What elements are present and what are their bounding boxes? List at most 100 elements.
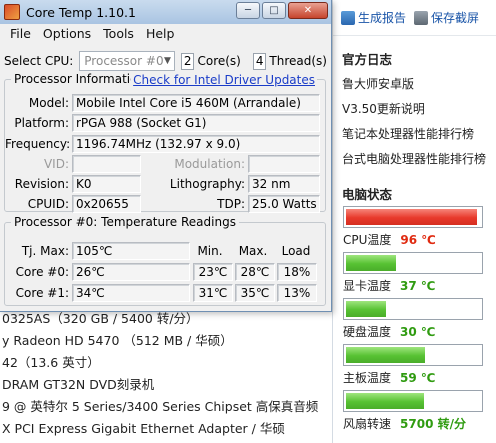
board-temp-label: 主板温度 59 ℃	[333, 366, 496, 390]
cpu-select-value: Processor #0	[84, 54, 164, 68]
close-icon: ✕	[303, 5, 313, 16]
log-link-update-notes[interactable]: V3.50更新说明	[333, 97, 496, 122]
modulation-value	[248, 155, 320, 173]
temperature-group: Processor #0: Temperature Readings Tj. M…	[4, 215, 326, 306]
camera-icon	[414, 10, 429, 25]
fan-speed-meter	[343, 390, 483, 412]
core-1-temp: 34℃	[72, 284, 190, 302]
coretemp-window: Core Temp 1.10.1 ─ □ ✕ File Options Tool…	[0, 0, 332, 312]
fan-speed-label: 风扇转速 5700 转/分	[333, 412, 496, 436]
meter-label-text: 风扇转速	[343, 417, 392, 431]
save-screenshot-label: 保存截屏	[431, 11, 480, 25]
revision-value: K0	[72, 175, 141, 193]
generate-report-label: 生成报告	[358, 11, 407, 25]
meter-label-text: CPU温度	[343, 233, 392, 247]
coretemp-app-icon	[4, 4, 20, 20]
lithography-value: 32 nm	[248, 175, 320, 193]
frequency-label: Frequency:	[5, 137, 71, 151]
minimize-button[interactable]: ─	[236, 2, 260, 19]
close-button[interactable]: ✕	[288, 2, 328, 19]
window-title: Core Temp 1.10.1	[26, 4, 136, 20]
meter-label-text: 显卡温度	[343, 279, 392, 293]
core-0-min: 23℃	[193, 263, 233, 281]
platform-label: Platform:	[14, 116, 69, 130]
chevron-down-icon: ▼	[164, 56, 171, 66]
meter-value: 37 ℃	[400, 279, 436, 293]
save-screenshot-button[interactable]: 保存截屏	[414, 9, 479, 26]
revision-label: Revision:	[14, 177, 69, 191]
model-value: Mobile Intel Core i5 460M (Arrandale)	[72, 94, 320, 112]
max-column-header: Max.	[238, 244, 268, 258]
sidebar-actions: 生成报告 保存截屏	[333, 0, 496, 36]
tdp-value: 25.0 Watts	[248, 195, 320, 213]
tdp-label: TDP:	[217, 197, 245, 211]
model-label: Model:	[28, 96, 69, 110]
maximize-button[interactable]: □	[262, 2, 286, 19]
tj-max-label: Tj. Max:	[21, 244, 69, 258]
menu-help[interactable]: Help	[140, 26, 181, 41]
core-0-label: Core #0:	[15, 265, 69, 279]
log-link-desktop-cpu-ranking[interactable]: 台式电脑处理器性能排行榜	[333, 147, 496, 172]
lithography-label: Lithography:	[169, 177, 245, 191]
hardware-row-optical: DRAM GT32N DVD刻录机	[2, 377, 155, 392]
min-column-header: Min.	[197, 244, 223, 258]
temperature-title: Processor #0: Temperature Readings	[11, 215, 239, 229]
meter-fill	[346, 301, 387, 317]
disk-temp-meter	[343, 298, 483, 320]
hardware-row-display: 42（13.6 英寸）	[2, 355, 100, 370]
hardware-summary-list: 0325AS（320 GB / 5400 转/分） y Radeon HD 54…	[0, 308, 336, 440]
modulation-label: Modulation:	[174, 157, 245, 171]
status-meters: CPU温度 96 ℃ 显卡温度 37 ℃ 硬盘温度 30 ℃ 主板温度 59 ℃ 风扇转…	[333, 206, 496, 436]
meter-fill	[346, 209, 478, 225]
core-1-min: 31℃	[193, 284, 233, 302]
frequency-value: 1196.74MHz (132.97 x 9.0)	[72, 135, 320, 153]
log-link-android[interactable]: 鲁大师安卓版	[333, 72, 496, 97]
board-temp-meter	[343, 344, 483, 366]
select-cpu-label: Select CPU:	[4, 54, 74, 68]
meter-value: 5700 转/分	[400, 417, 466, 431]
core-0-load: 18%	[277, 263, 317, 281]
cpu-selection-row: Select CPU: Processor #0 ▼ 2 Core(s) 4 T…	[4, 50, 327, 72]
cpu-select-dropdown[interactable]: Processor #0 ▼	[79, 51, 175, 71]
log-link-laptop-cpu-ranking[interactable]: 笔记本处理器性能排行榜	[333, 122, 496, 147]
tj-max-value: 105℃	[72, 242, 190, 260]
core-1-load: 13%	[277, 284, 317, 302]
core-count-value: 2	[180, 52, 195, 70]
menu-bar: File Options Tools Help	[0, 24, 331, 42]
gpu-temp-label: 显卡温度 37 ℃	[333, 274, 496, 298]
vid-value	[72, 155, 141, 173]
vid-label: VID:	[43, 157, 69, 171]
thread-count-value: 4	[252, 52, 267, 70]
menu-file[interactable]: File	[4, 26, 37, 41]
window-controls: ─ □ ✕	[236, 2, 328, 19]
hardware-row-network: X PCI Express Gigabit Ethernet Adapter /…	[2, 421, 285, 436]
status-sidebar: 生成报告 保存截屏 官方日志 鲁大师安卓版 V3.50更新说明 笔记本处理器性能…	[332, 0, 496, 443]
logs-section-title: 官方日志	[342, 52, 393, 67]
menu-tools[interactable]: Tools	[97, 26, 140, 41]
meter-label-text: 主板温度	[343, 371, 392, 385]
maximize-icon: □	[269, 5, 279, 16]
core-count-label: Core(s)	[197, 54, 241, 68]
cpu-temp-meter	[343, 206, 483, 228]
menu-options[interactable]: Options	[37, 26, 97, 41]
processor-info-title: Processor Information	[11, 72, 149, 86]
status-section-title: 电脑状态	[342, 187, 393, 202]
minimize-icon: ─	[244, 5, 252, 16]
meter-label-text: 硬盘温度	[343, 325, 392, 339]
hardware-row-gpu: y Radeon HD 5470 （512 MB / 华硕）	[2, 333, 233, 348]
core-1-label: Core #1:	[15, 286, 69, 300]
meter-value: 59 ℃	[400, 371, 436, 385]
processor-info-group: Processor Information Check for Intel Dr…	[4, 72, 326, 213]
meter-fill	[346, 393, 424, 409]
core-0-max: 28℃	[235, 263, 275, 281]
meter-value: 30 ℃	[400, 325, 436, 339]
load-column-header: Load	[281, 244, 311, 258]
title-bar[interactable]: Core Temp 1.10.1 ─ □ ✕	[0, 0, 331, 24]
meter-fill	[346, 255, 396, 271]
generate-report-button[interactable]: 生成报告	[341, 9, 406, 26]
meter-value: 96 ℃	[400, 233, 436, 247]
cpuid-label: CPUID:	[27, 197, 69, 211]
hardware-row-audio: 9 @ 英特尔 5 Series/3400 Series Chipset 高保真…	[2, 399, 319, 414]
driver-update-link[interactable]: Check for Intel Driver Updates	[131, 73, 317, 87]
disk-temp-label: 硬盘温度 30 ℃	[333, 320, 496, 344]
